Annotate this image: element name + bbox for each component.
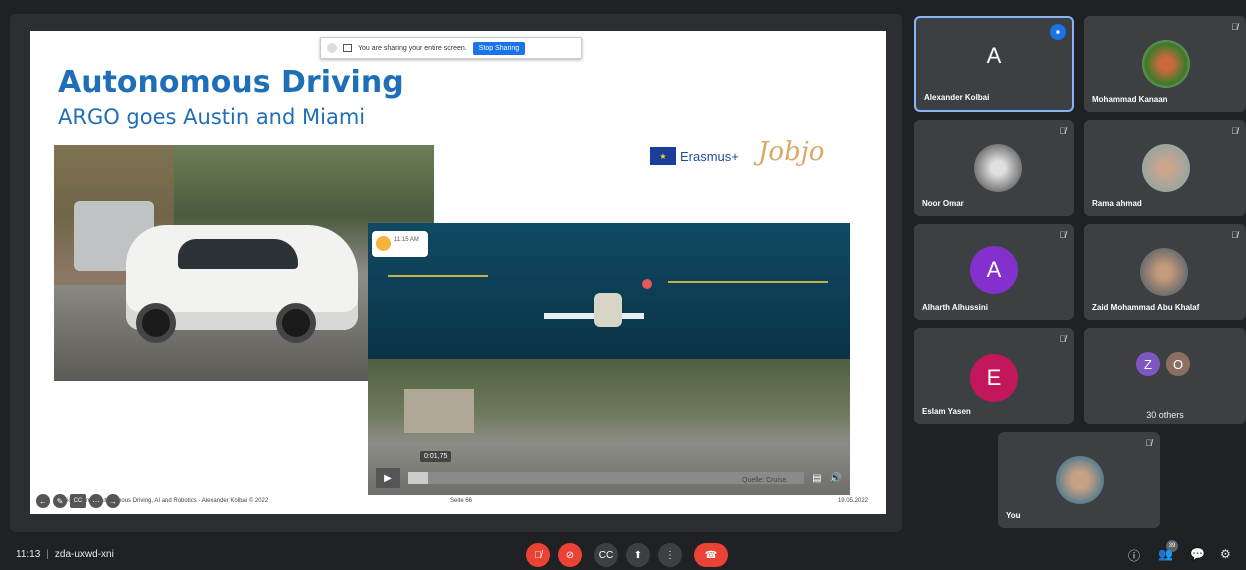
avatar: [974, 144, 1022, 192]
info-icon[interactable]: ⓘ: [1128, 547, 1140, 564]
sim-clock: 11:15 AM: [372, 231, 428, 257]
stop-sign: [642, 279, 652, 289]
avatar: [1056, 456, 1104, 504]
avatar: [1142, 40, 1190, 88]
participant-tile[interactable]: A 🎙̸ Alharth Alhussini: [914, 224, 1074, 320]
avatar: O: [1166, 352, 1190, 376]
mic-off-icon: 🎙̸: [1145, 438, 1152, 448]
avatar: Z: [1136, 352, 1160, 376]
mic-off-icon: 🎙̸: [1059, 126, 1066, 136]
autonomous-suv: [126, 225, 358, 343]
participant-name: Zaid Mohammad Abu Khalaf: [1092, 303, 1200, 312]
shared-slide: You are sharing your entire screen. Stop…: [30, 31, 886, 514]
participant-tile[interactable]: 🎙̸ Noor Omar: [914, 120, 1074, 216]
mic-off-icon: 🎙̸: [1231, 22, 1238, 32]
mic-off-icon: 🎙̸: [1231, 126, 1238, 136]
captions-toggle-icon[interactable]: CC: [70, 494, 86, 508]
participant-name: Alharth Alhussini: [922, 303, 988, 312]
house: [404, 389, 474, 433]
chat-icon[interactable]: 💬: [1190, 547, 1205, 561]
stop-sharing-button[interactable]: Stop Sharing: [472, 41, 526, 55]
suv-wheel: [136, 303, 176, 343]
activities-icon[interactable]: ⚙: [1220, 547, 1231, 561]
erasmus-label: Erasmus+: [680, 148, 739, 164]
avatar: E: [970, 354, 1018, 402]
pen-icon[interactable]: ✎: [53, 494, 67, 508]
camera-off-icon[interactable]: ⊘: [558, 543, 582, 567]
mic-off-icon: 🎙̸: [1059, 334, 1066, 344]
mic-off-icon: 🎙̸: [1231, 230, 1238, 240]
participant-name: Rama ahmad: [1092, 199, 1142, 208]
meeting-info: 11:13 | zda-uxwd-xni: [16, 549, 114, 560]
participant-tile[interactable]: 🎙̸ Zaid Mohammad Abu Khalaf: [1084, 224, 1246, 320]
avatar-initial: E: [986, 365, 1002, 390]
avatar: A: [970, 246, 1018, 294]
self-tile[interactable]: 🎙̸ You: [998, 432, 1160, 528]
sim-clock-label: 11:15 AM: [394, 237, 419, 243]
footer-page: Seite 66: [450, 498, 473, 504]
mic-off-icon: 🎙̸: [1059, 230, 1066, 240]
sim-car: [594, 293, 622, 327]
participant-tile[interactable]: 🎙̸ Mohammad Kanaan: [1084, 16, 1246, 112]
screen-share-bar: You are sharing your entire screen. Stop…: [320, 37, 582, 59]
clock-icon: [376, 236, 391, 251]
avatar-initial: A: [986, 43, 1002, 68]
simulation-view: 11:15 AM: [368, 223, 850, 359]
participant-tile[interactable]: 🎙̸ Rama ahmad: [1084, 120, 1246, 216]
mic-off-icon[interactable]: 🎙̸: [526, 543, 550, 567]
participant-name: You: [1006, 511, 1021, 520]
suv-wheel: [276, 303, 316, 343]
slide-navigation: ← ✎ CC ⋯ →: [36, 494, 120, 508]
others-tile[interactable]: Z O 30 others: [1084, 328, 1246, 424]
participant-tile[interactable]: A ⦁ Alexander Kolbai: [914, 16, 1074, 112]
speaking-indicator-icon: ⦁: [1050, 24, 1066, 40]
end-call-icon[interactable]: ☎: [694, 543, 728, 567]
participant-name: Mohammad Kanaan: [1092, 95, 1168, 104]
more-options-icon[interactable]: ⋮: [658, 543, 682, 567]
participant-name: Eslam Yasen: [922, 407, 971, 416]
minimize-icon[interactable]: [327, 43, 337, 53]
footer-date: 19.05.2022: [837, 498, 868, 504]
avatar: [1140, 248, 1188, 296]
seek-progress: [408, 472, 428, 484]
separator: |: [46, 549, 49, 560]
video-source: Quelle: Cruise: [742, 477, 787, 484]
participant-name: Alexander Kolbai: [924, 93, 990, 102]
present-icon[interactable]: ⬆: [626, 543, 650, 567]
road-line: [668, 281, 828, 283]
suv-window: [178, 239, 298, 269]
video-time-tooltip: 0:01,75: [420, 451, 452, 462]
caption-toggle-icon[interactable]: ▤: [812, 473, 821, 484]
screen-icon: [343, 44, 352, 52]
share-notice: You are sharing your entire screen.: [358, 44, 467, 52]
volume-icon[interactable]: 🔊: [830, 473, 842, 484]
captions-icon[interactable]: CC: [594, 543, 618, 567]
presentation-stage: You are sharing your entire screen. Stop…: [10, 14, 902, 532]
play-icon[interactable]: ▶: [376, 468, 400, 488]
meeting-code: zda-uxwd-xni: [54, 549, 114, 560]
slide-title: Autonomous Driving: [58, 65, 404, 100]
road-line: [388, 275, 488, 277]
next-slide-icon[interactable]: →: [106, 494, 120, 508]
avatar-initial: A: [986, 257, 1002, 282]
erasmus-logo: ★ Erasmus+: [650, 147, 739, 165]
embedded-video[interactable]: 11:15 AM 0:01,75 ▶ ▤ 🔊: [368, 223, 850, 495]
slide-subtitle: ARGO goes Austin and Miami: [58, 105, 366, 129]
people-icon[interactable]: 👥: [1158, 547, 1173, 561]
meeting-toolbar: 11:13 | zda-uxwd-xni 🎙̸ ⊘ CC ⬆ ⋮ ☎ ⓘ 39 👥 …: [0, 540, 1246, 570]
participant-name: Noor Omar: [922, 199, 964, 208]
prev-slide-icon[interactable]: ←: [36, 494, 50, 508]
others-label: 30 others: [1146, 410, 1184, 420]
clock-time: 11:13: [16, 549, 41, 560]
eu-flag-icon: ★: [650, 147, 676, 165]
avatar: A: [970, 32, 1018, 80]
jobjo-logo: Jobjo: [758, 137, 825, 167]
participant-tile[interactable]: E 🎙̸ Eslam Yasen: [914, 328, 1074, 424]
slide-more-icon[interactable]: ⋯: [89, 494, 103, 508]
avatar: [1142, 144, 1190, 192]
